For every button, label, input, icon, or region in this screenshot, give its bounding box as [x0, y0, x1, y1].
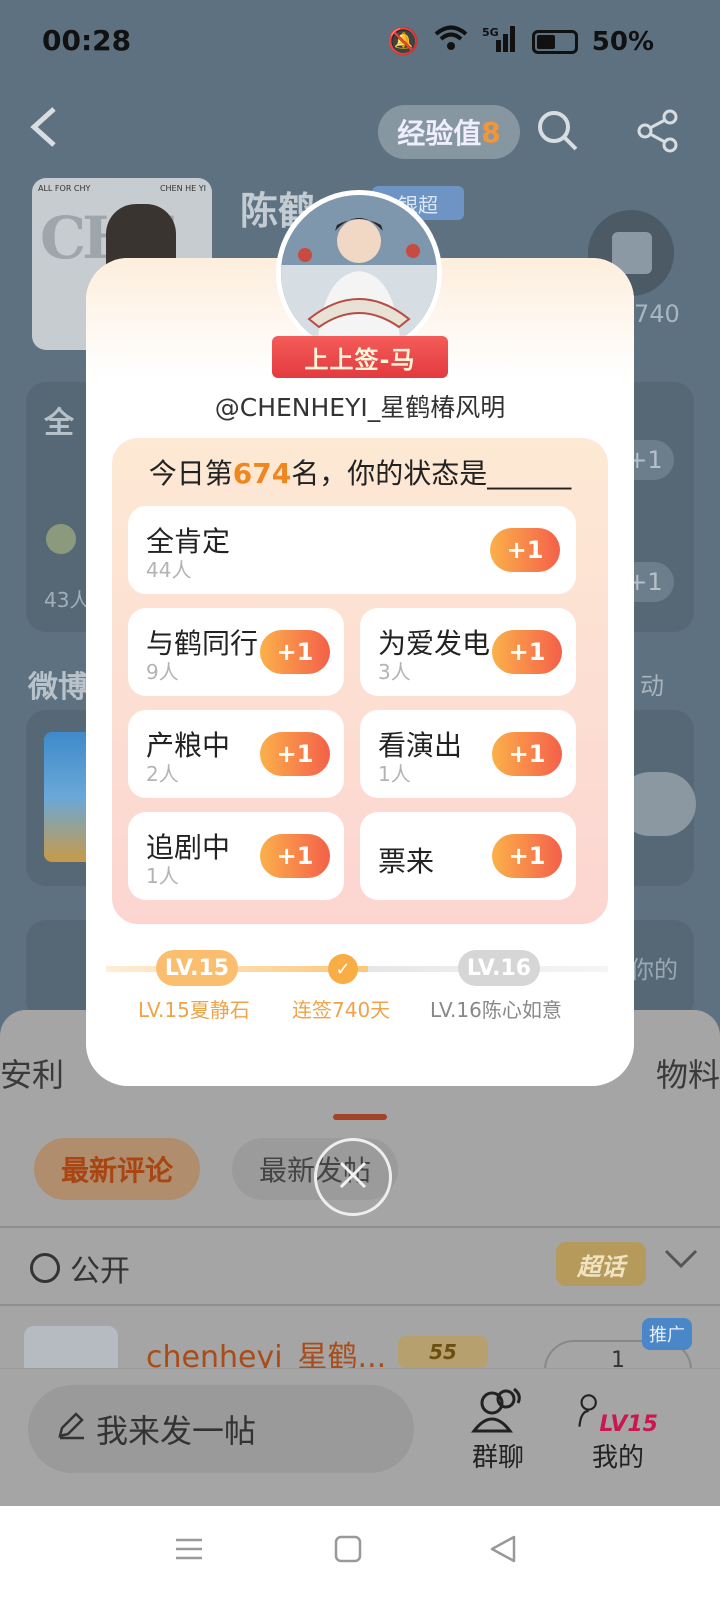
next-level-pill: LV.16	[458, 950, 540, 986]
section-title: 微博	[28, 670, 88, 705]
home-icon[interactable]	[333, 1534, 363, 1568]
promo-badge: 推广	[642, 1318, 692, 1350]
option-count: 44人	[146, 558, 192, 582]
check-icon: ✓	[328, 954, 358, 984]
plus-one-button[interactable]: +1	[260, 834, 330, 878]
checkin-count-fragment: 740	[634, 300, 680, 328]
share-icon[interactable]	[636, 109, 680, 157]
status-option-kan-yanchu[interactable]: 看演出 1人 +1	[360, 710, 576, 798]
profile-icon: LV15	[578, 1381, 658, 1437]
status-time: 00:28	[42, 24, 132, 57]
group-chat-button[interactable]: 群聊	[458, 1381, 538, 1474]
mine-button[interactable]: LV15 我的	[578, 1381, 658, 1474]
tab-anli[interactable]: 安利	[0, 1050, 64, 1096]
plus-one-button[interactable]: +1	[492, 630, 562, 674]
option-name: 票来	[378, 845, 435, 878]
status-question: 今日第674名，你的状态是______	[112, 452, 608, 492]
status-option-piaolai[interactable]: 票来 +1	[360, 812, 576, 900]
status-option-quan-kending[interactable]: 全肯定 44人 +1	[128, 506, 576, 594]
question-suffix: 名，你的状态是______	[291, 457, 572, 490]
post-level-badge: 55	[398, 1336, 488, 1368]
rank-number: 674	[232, 457, 292, 490]
divider	[0, 1304, 720, 1306]
checkin-modal: 上上签-马 @CHENHEYI_星鹤椿风明 今日第674名，你的状态是_____…	[86, 190, 634, 1086]
battery-percent: 50%	[591, 26, 654, 57]
fortune-ribbon: 上上签-马	[260, 336, 460, 378]
status-option-yuhe-tongxing[interactable]: 与鹤同行 9人 +1	[128, 608, 344, 696]
search-icon[interactable]	[536, 109, 580, 157]
battery-icon	[531, 29, 578, 54]
exp-value: 8	[481, 115, 501, 149]
status-option-weiai-fadian[interactable]: 为爱发电 3人 +1	[360, 608, 576, 696]
plus-one-button[interactable]: +1	[492, 834, 562, 878]
plus-one-button[interactable]: +1	[492, 732, 562, 776]
option-count: 9人	[146, 660, 179, 684]
tab-wuliao[interactable]: 物料	[656, 1050, 720, 1096]
participant-count: 43人	[44, 588, 90, 612]
compose-label: 我来发一帖	[96, 1412, 257, 1450]
chip-latest-comments[interactable]: 最新评论	[34, 1138, 200, 1200]
plus-one-button[interactable]: +1	[490, 528, 560, 572]
streak-label: 连签740天	[292, 998, 391, 1022]
level-progress: LV.15 ✓ LV.16 LV.15夏静石 连签740天 LV.16陈心如意	[86, 948, 634, 1028]
signal-5g-icon: 5G	[482, 24, 518, 59]
option-count: 1人	[378, 762, 411, 786]
cover-caption-right: CHEN HE YI	[159, 184, 206, 193]
chaohua-badge[interactable]: 超话	[556, 1242, 646, 1286]
next-level-label: LV.16陈心如意	[430, 998, 562, 1022]
plus-one-button[interactable]: +1	[260, 630, 330, 674]
option-count: 1人	[146, 864, 179, 888]
status-bar: 00:28 🔕 5G 50%	[0, 0, 720, 80]
back-nav-icon[interactable]	[488, 1534, 518, 1568]
status-option-chanliang[interactable]: 产粮中 2人 +1	[128, 710, 344, 798]
mine-label: 我的	[591, 1443, 644, 1473]
status-icons: 🔕 5G 50%	[387, 24, 654, 59]
close-modal-button[interactable]	[314, 1138, 392, 1216]
question-prefix: 今日第	[148, 457, 233, 490]
wifi-icon	[434, 25, 468, 58]
visibility-selector[interactable]: 公开	[30, 1246, 130, 1290]
globe-icon	[30, 1253, 60, 1283]
card-title-fragment: 全	[44, 406, 74, 441]
user-handle: @CHENHEYI_星鹤椿风明	[214, 393, 506, 422]
mute-icon: 🔕	[387, 26, 420, 57]
tab-indicator	[333, 1114, 387, 1120]
level-badge: LV15	[599, 1412, 658, 1437]
current-level-pill: LV.15	[156, 950, 238, 986]
back-icon[interactable]	[28, 105, 58, 160]
visibility-label: 公开	[70, 1254, 130, 1289]
group-chat-icon	[458, 1381, 538, 1437]
user-avatar	[276, 190, 442, 356]
bottom-bar: 我来发一帖 群聊 LV15 我的	[0, 1368, 720, 1506]
option-count: 3人	[378, 660, 411, 684]
group-chat-label: 群聊	[471, 1443, 524, 1473]
menu-icon[interactable]	[174, 1534, 204, 1568]
top-nav: 经验值 8	[0, 95, 720, 165]
section-more-link[interactable]: 动	[640, 666, 664, 701]
close-icon	[338, 1160, 368, 1194]
status-option-zhuiju[interactable]: 追剧中 1人 +1	[128, 812, 344, 900]
avatar	[46, 524, 76, 554]
current-level-label: LV.15夏静石	[138, 998, 250, 1022]
exp-button[interactable]: 经验值 8	[378, 105, 520, 159]
cover-caption: ALL FOR CHY	[38, 184, 91, 193]
chevron-down-icon[interactable]	[664, 1242, 698, 1277]
network-label: 5G	[482, 26, 499, 39]
compose-post-button[interactable]: 我来发一帖	[28, 1385, 414, 1473]
plus-one-button[interactable]: +1	[260, 732, 330, 776]
pencil-icon	[56, 1410, 86, 1448]
option-count: 2人	[146, 762, 179, 786]
exp-label: 经验值	[397, 117, 482, 150]
system-nav-bar	[0, 1506, 720, 1604]
divider	[0, 1226, 720, 1228]
status-box: 今日第674名，你的状态是______ 全肯定 44人 +1 与鹤同行 9人 +…	[112, 438, 608, 924]
